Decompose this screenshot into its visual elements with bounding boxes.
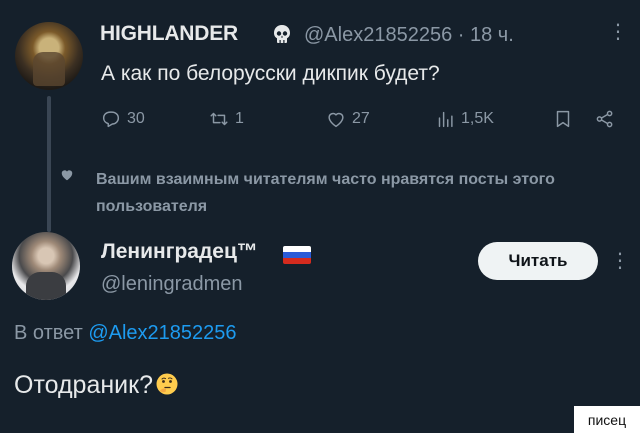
author-name[interactable]: HIGHLANDER — [100, 22, 238, 46]
author-handle[interactable]: @Alex21852256 · 18 ч. — [304, 24, 514, 47]
heart-icon — [61, 170, 73, 181]
retweet-count: 1 — [235, 110, 244, 127]
retweet-icon — [210, 112, 228, 126]
reply-count: 30 — [127, 110, 145, 127]
engagement-note: Вашим взаимным читателям часто нравятся … — [96, 171, 555, 215]
tweet-text: Отодраник? — [14, 371, 179, 400]
author-name[interactable]: Ленинградец™ — [101, 240, 258, 264]
like-count: 27 — [352, 110, 370, 127]
heart-icon — [328, 112, 344, 128]
views-button[interactable]: 1,5K — [434, 108, 494, 130]
reply-handle-link[interactable]: @Alex21852256 — [88, 322, 236, 344]
reply-context: В ответ @Alex21852256 — [14, 322, 237, 344]
retweet-button[interactable]: 1 — [208, 108, 244, 130]
like-button[interactable]: 27 — [325, 108, 370, 130]
views-icon — [438, 111, 453, 128]
author-handle[interactable]: @leningradmen — [101, 273, 243, 296]
bookmark-button[interactable] — [552, 108, 574, 130]
skull-icon — [274, 25, 290, 43]
bookmark-icon — [556, 110, 570, 128]
avatar[interactable] — [12, 232, 80, 300]
follow-button[interactable]: Читать — [478, 242, 598, 280]
more-options-icon[interactable]: ⋮ — [610, 248, 630, 273]
share-icon — [596, 110, 613, 128]
watermark: писец — [574, 406, 640, 433]
share-button[interactable] — [594, 108, 616, 130]
timestamp[interactable]: · 18 ч. — [458, 24, 514, 46]
russian-flag-icon — [283, 246, 311, 264]
tweet-text: А как по белорусски дикпик будет? — [101, 62, 440, 85]
reply-icon — [102, 111, 120, 128]
tweet-actions: 30 1 27 1,5K — [0, 108, 640, 134]
avatar[interactable] — [15, 22, 83, 90]
more-options-icon[interactable]: ⋮ — [608, 22, 628, 42]
thinking-face-icon — [156, 373, 178, 395]
reply-button[interactable]: 30 — [100, 108, 145, 130]
view-count: 1,5K — [461, 110, 494, 127]
